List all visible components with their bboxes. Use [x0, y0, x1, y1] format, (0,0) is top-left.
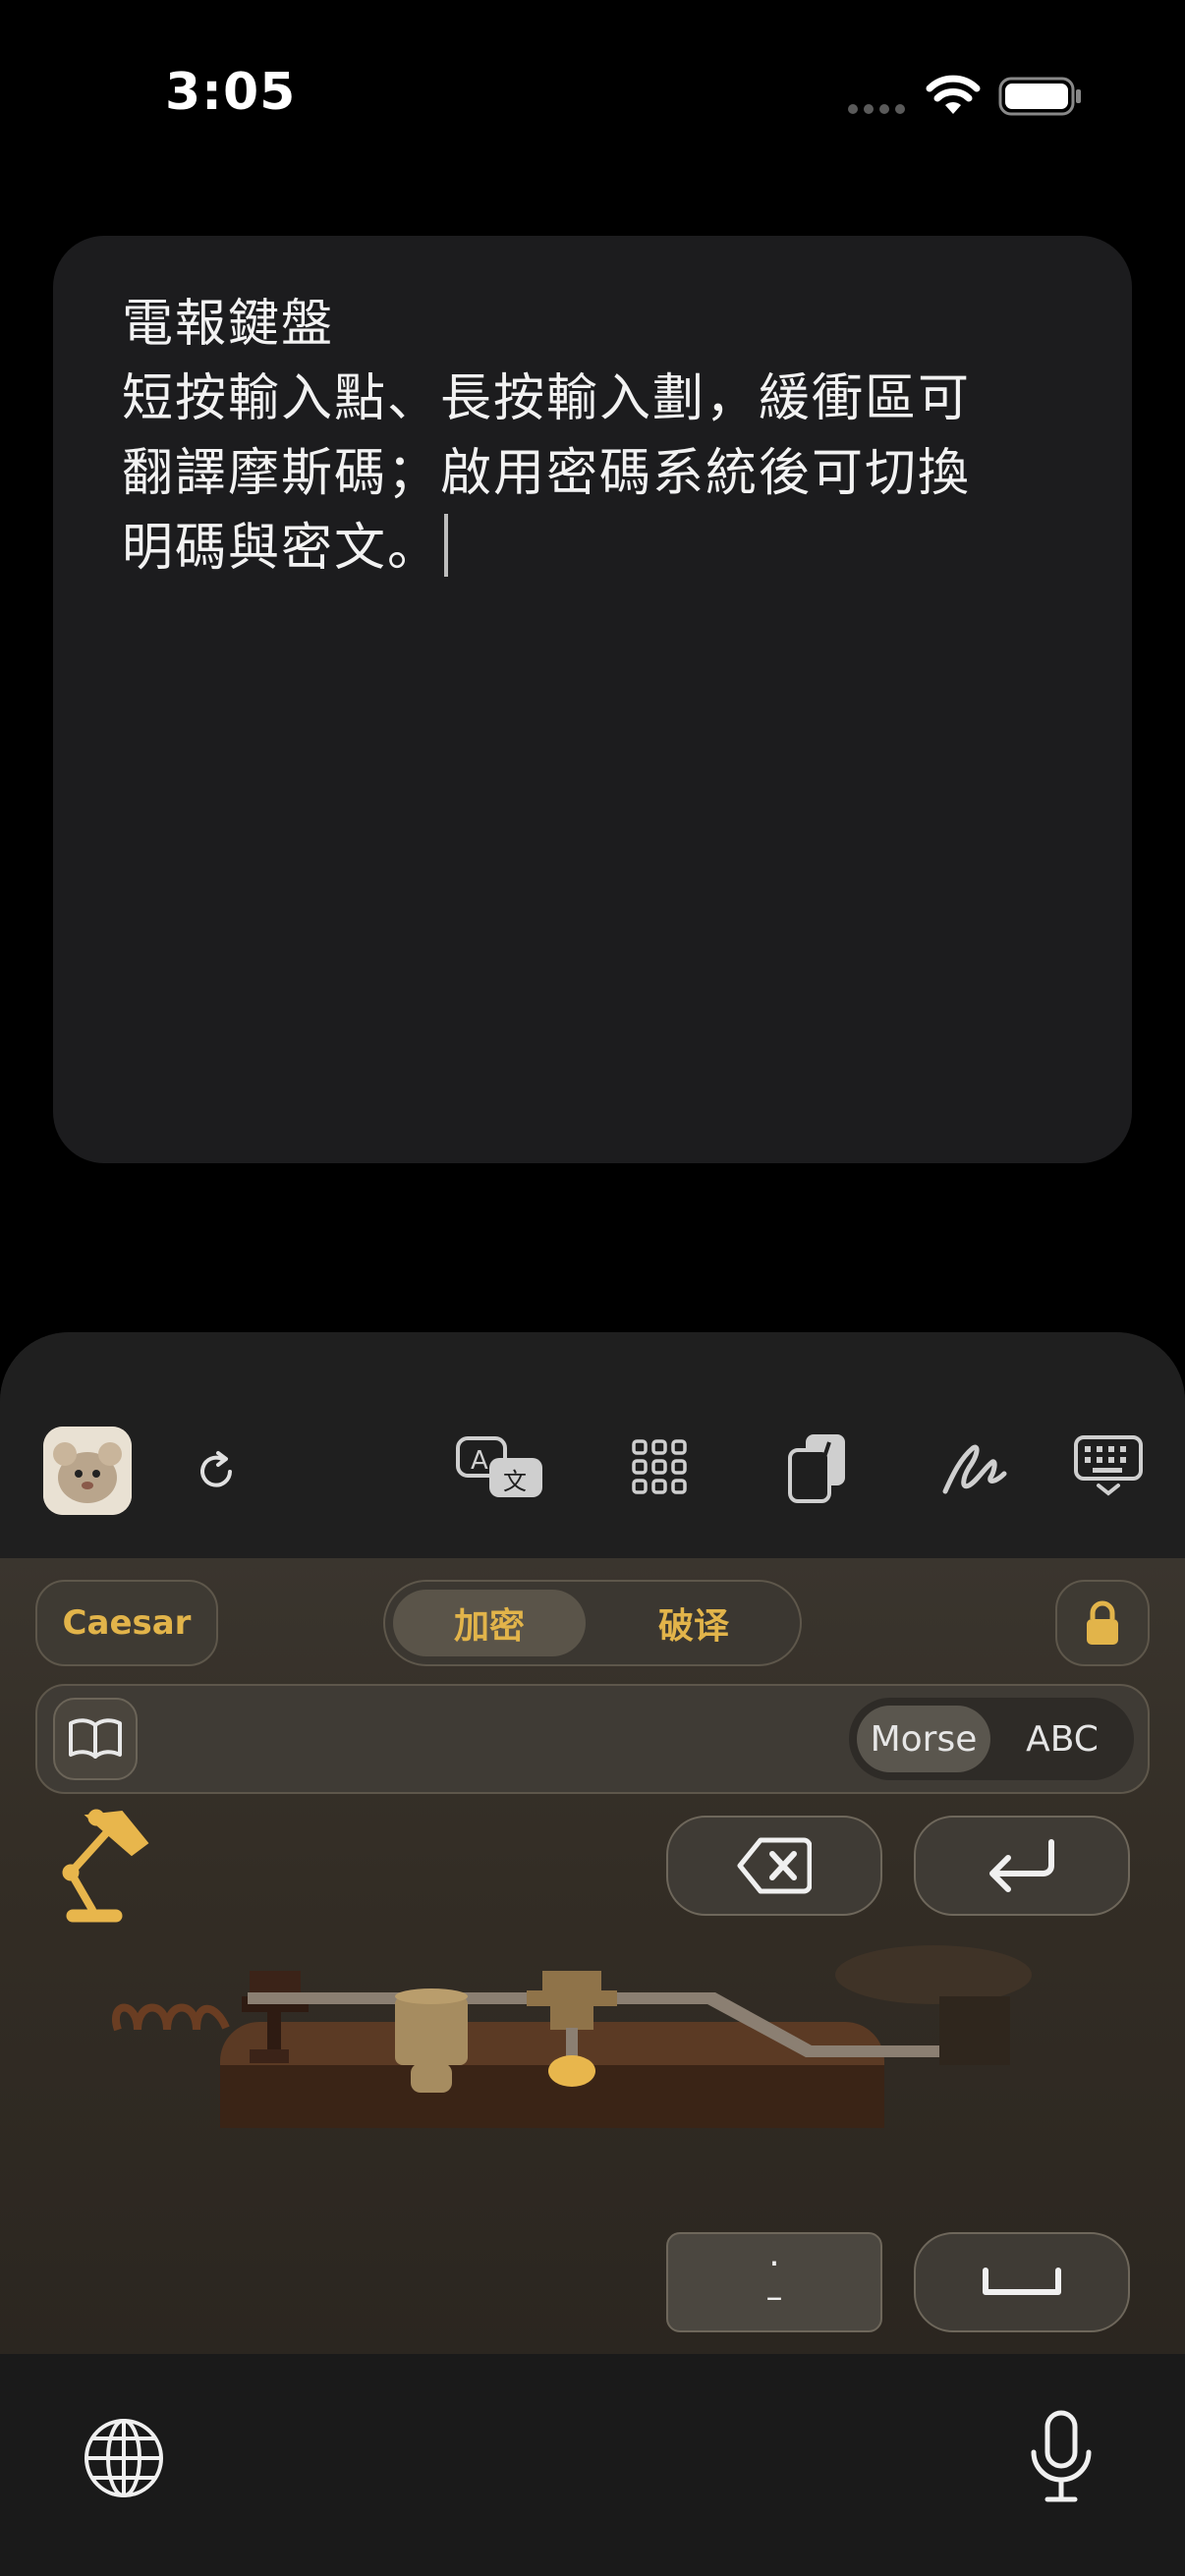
return-icon	[989, 1839, 1054, 1892]
mode-morse-tab[interactable]: Morse	[857, 1706, 990, 1772]
telegraph-keyboard: A 文 Caesar 加密 破译 Morse ABC · –	[0, 1332, 1185, 2576]
handwriting-icon[interactable]	[939, 1438, 1008, 1497]
battery-icon	[998, 77, 1081, 116]
text-caret	[444, 514, 449, 577]
decrypt-tab[interactable]: 破译	[597, 1590, 790, 1656]
space-icon	[983, 2268, 1061, 2295]
wifi-icon	[926, 75, 981, 114]
book-icon	[69, 1718, 122, 1759]
caesar-cipher-button[interactable]: Caesar	[35, 1580, 218, 1666]
space-button[interactable]	[914, 2232, 1130, 2332]
note-line: 明碼與密文。	[122, 511, 1065, 586]
note-text-area[interactable]: 電報鍵盤 短按輸入點、長按輸入劃，緩衝區可 翻譯摩斯碼；啟用密碼系統後可切換 明…	[122, 287, 1065, 586]
dash-symbol: –	[765, 2277, 783, 2317]
app-icon[interactable]	[43, 1427, 132, 1515]
encrypt-decrypt-toggle[interactable]: 加密 破译	[383, 1580, 802, 1666]
backspace-icon	[737, 1837, 812, 1894]
dot-dash-key[interactable]: · –	[666, 2232, 882, 2332]
keyboard-bottom-bar	[0, 2354, 1185, 2576]
note-line: 翻譯摩斯碼；啟用密碼系統後可切換	[122, 444, 972, 503]
microphone-icon[interactable]	[1026, 2409, 1097, 2505]
mode-abc-tab[interactable]: ABC	[996, 1706, 1128, 1772]
dictionary-button[interactable]	[53, 1698, 138, 1780]
note-card[interactable]: 電報鍵盤 短按輸入點、長按輸入劃，緩衝區可 翻譯摩斯碼；啟用密碼系統後可切換 明…	[53, 236, 1132, 1163]
refresh-icon[interactable]	[193, 1448, 240, 1495]
clipboard-icon[interactable]	[786, 1430, 849, 1503]
desk-lamp-icon[interactable]	[53, 1804, 161, 1932]
encrypt-tab[interactable]: 加密	[393, 1590, 586, 1656]
delete-button[interactable]	[666, 1816, 882, 1916]
return-button[interactable]	[914, 1816, 1130, 1916]
keyboard-toolbar: A 文	[0, 1332, 1185, 1558]
status-time: 3:05	[165, 63, 297, 122]
translate-icon[interactable]: A 文	[454, 1434, 548, 1503]
grid-icon[interactable]	[631, 1438, 688, 1495]
cellular-signal-icon	[848, 104, 905, 114]
lock-button[interactable]	[1055, 1580, 1150, 1666]
note-line: 短按輸入點、長按輸入劃，緩衝區可	[122, 369, 972, 428]
note-title: 電報鍵盤	[122, 295, 335, 354]
svg-text:A: A	[471, 1446, 488, 1476]
telegraph-key-illustration[interactable]	[98, 1941, 1091, 2207]
keyboard-hide-icon[interactable]	[1073, 1434, 1144, 1497]
globe-icon[interactable]	[83, 2417, 165, 2499]
svg-text:文: 文	[503, 1468, 527, 1495]
lock-icon	[1087, 1600, 1118, 1645]
morse-buffer-bar[interactable]: Morse ABC	[35, 1684, 1150, 1794]
keyboard-panel: Caesar 加密 破译 Morse ABC · –	[0, 1558, 1185, 2354]
dot-symbol: ·	[768, 2244, 780, 2284]
note-line-text: 明碼與密文。	[122, 519, 441, 578]
input-mode-toggle[interactable]: Morse ABC	[849, 1698, 1134, 1780]
